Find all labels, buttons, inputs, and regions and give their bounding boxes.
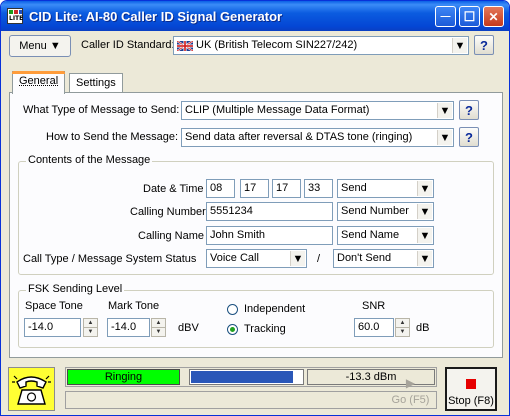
independent-radio[interactable] [227, 304, 238, 315]
independent-label: Independent [244, 303, 306, 315]
status-bar: Ringing -13.3 dBm ▶ Go (F5) Stop (F8) [1, 364, 509, 415]
tracking-label: Tracking [244, 323, 286, 335]
hour-field[interactable]: 17 [272, 179, 301, 198]
title-bar[interactable]: LITE CID Lite: AI-80 Caller ID Signal Ge… [1, 1, 509, 31]
chevron-down-icon[interactable]: ▼ [437, 103, 452, 118]
spin-down-icon[interactable]: ▼ [83, 327, 98, 337]
close-icon: ✕ [488, 9, 499, 24]
calling-name-option-select[interactable]: Send Name ▼ [337, 226, 434, 245]
chevron-down-icon[interactable]: ▼ [417, 204, 432, 219]
send-method-help-button[interactable]: ? [459, 127, 479, 147]
menu-button[interactable]: Menu ▼ [9, 35, 71, 57]
level-meter-fill [191, 371, 293, 383]
minute-field[interactable]: 33 [304, 179, 333, 198]
tab-general-label: General [19, 75, 59, 87]
maximize-icon: ☐ [463, 8, 476, 24]
caller-id-standard-value: UK (British Telecom SIN227/242) [196, 39, 358, 51]
send-method-label: How to Send the Message: [46, 131, 179, 143]
call-type-separator: / [317, 253, 321, 265]
tracking-radio[interactable] [227, 324, 238, 335]
chevron-down-icon[interactable]: ▼ [452, 38, 467, 53]
maximize-button[interactable]: ☐ [459, 6, 480, 27]
datetime-option-value: Send [341, 182, 367, 194]
mark-tone-spinner[interactable]: ▲ ▼ [151, 318, 166, 337]
calling-number-label: Calling Number [130, 206, 206, 218]
caller-id-standard-label: Caller ID Standard: [81, 39, 175, 51]
stop-button-label: Stop (F8) [448, 395, 494, 407]
ringing-label: Ringing [104, 371, 143, 383]
calling-name-label: Calling Name [138, 230, 205, 242]
call-type-label: Call Type / Message System Status [23, 253, 197, 265]
space-tone-spinner[interactable]: ▲ ▼ [83, 318, 98, 337]
app-window: LITE CID Lite: AI-80 Caller ID Signal Ge… [0, 0, 510, 416]
message-type-select[interactable]: CLIP (Multiple Message Data Format) ▼ [181, 101, 454, 120]
month-field[interactable]: 08 [206, 179, 235, 198]
status-option-select[interactable]: Don't Send ▼ [333, 249, 434, 268]
day-field[interactable]: 17 [240, 179, 269, 198]
calling-name-field[interactable]: John Smith [206, 226, 333, 245]
go-button-label: Go (F5) [391, 394, 430, 406]
help-icon: ? [480, 37, 488, 53]
snr-field[interactable]: 60.0 [354, 318, 394, 337]
call-type-select[interactable]: Voice Call ▼ [206, 249, 307, 268]
chevron-down-icon[interactable]: ▼ [417, 181, 432, 196]
db-unit-label: dB [416, 322, 430, 334]
calling-number-option-select[interactable]: Send Number ▼ [337, 202, 434, 221]
send-method-value: Send data after reversal & DTAS tone (ri… [185, 131, 413, 143]
snr-label: SNR [362, 300, 386, 312]
chevron-down-icon[interactable]: ▼ [417, 251, 432, 266]
calling-name-option-value: Send Name [341, 229, 400, 241]
close-button[interactable]: ✕ [483, 6, 504, 27]
window-title: CID Lite: AI-80 Caller ID Signal Generat… [29, 9, 283, 24]
mark-tone-field[interactable]: -14.0 [107, 318, 150, 337]
message-type-value: CLIP (Multiple Message Data Format) [185, 104, 370, 116]
datetime-label: Date & Time [143, 183, 204, 195]
menu-button-label: Menu ▼ [19, 40, 61, 52]
message-type-help-button[interactable]: ? [459, 100, 479, 120]
minimize-icon: — [440, 11, 451, 22]
status-option-value: Don't Send [337, 252, 392, 264]
help-icon: ? [465, 129, 473, 145]
mark-tone-label: Mark Tone [108, 300, 160, 312]
help-icon: ? [465, 102, 473, 118]
standard-help-button[interactable]: ? [474, 35, 494, 55]
phone-ringing-icon [8, 367, 55, 411]
tab-settings-label: Settings [76, 77, 116, 89]
chevron-down-icon[interactable]: ▼ [437, 130, 452, 145]
contents-group-title: Contents of the Message [26, 154, 153, 166]
spin-down-icon[interactable]: ▼ [395, 327, 410, 337]
tab-general[interactable]: General [12, 71, 66, 94]
ringing-indicator: Ringing [67, 369, 180, 385]
uk-flag-icon [177, 41, 193, 51]
status-message-panel [65, 391, 437, 409]
minimize-button[interactable]: — [435, 6, 456, 27]
call-type-value: Voice Call [210, 252, 259, 264]
go-button[interactable]: ▶ Go (F5) [384, 368, 437, 409]
caller-id-standard-select[interactable]: UK (British Telecom SIN227/242) ▼ [173, 36, 469, 55]
message-type-label: What Type of Message to Send: [23, 104, 180, 116]
chevron-down-icon[interactable]: ▼ [417, 228, 432, 243]
level-meter [189, 369, 304, 385]
space-tone-field[interactable]: -14.0 [24, 318, 81, 337]
dbv-unit-label: dBV [178, 322, 199, 334]
calling-number-option-value: Send Number [341, 205, 409, 217]
chevron-down-icon[interactable]: ▼ [290, 251, 305, 266]
stop-button[interactable]: Stop (F8) [445, 367, 497, 411]
fsk-group-title: FSK Sending Level [26, 283, 125, 295]
space-tone-label: Space Tone [25, 300, 83, 312]
play-icon: ▶ [405, 376, 416, 390]
general-tab-panel: What Type of Message to Send: CLIP (Mult… [9, 92, 503, 358]
tab-settings[interactable]: Settings [69, 73, 123, 94]
app-logo-icon: LITE [7, 8, 23, 24]
stop-icon [466, 379, 476, 389]
send-method-select[interactable]: Send data after reversal & DTAS tone (ri… [181, 128, 454, 147]
datetime-option-select[interactable]: Send ▼ [337, 179, 434, 198]
calling-number-field[interactable]: 5551234 [206, 202, 333, 221]
snr-spinner[interactable]: ▲ ▼ [395, 318, 410, 337]
spin-down-icon[interactable]: ▼ [151, 327, 166, 337]
